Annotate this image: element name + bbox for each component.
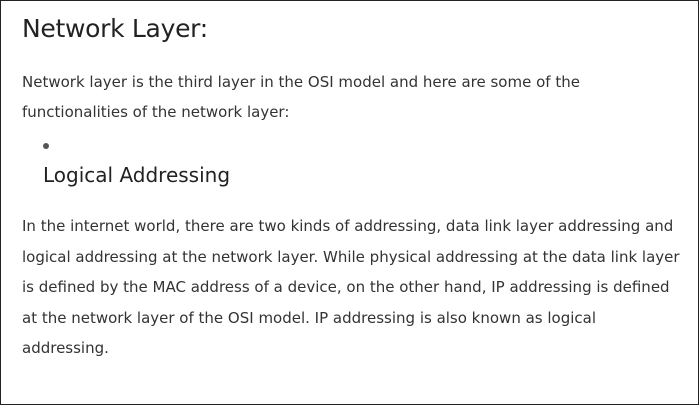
list-item-heading: Logical Addressing: [43, 163, 231, 187]
section-title: Network Layer:: [22, 14, 208, 43]
article-panel: Network Layer: Network layer is the thir…: [0, 0, 699, 405]
intro-paragraph: Network layer is the third layer in the …: [22, 73, 580, 121]
bullet-icon: [43, 143, 49, 149]
body-paragraph: In the internet world, there are two kin…: [22, 217, 680, 357]
list-item: Logical Addressing: [43, 143, 678, 189]
functionality-list: Logical Addressing: [22, 143, 678, 189]
